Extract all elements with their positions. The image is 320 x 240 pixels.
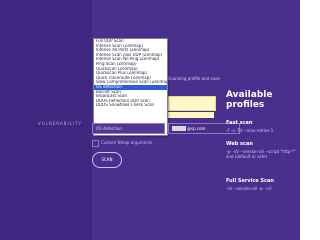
redacted-text: [172, 126, 186, 131]
fast-scan-desc: -F -n -T4 --max-retries 1: [226, 128, 274, 133]
web-scan-desc: -p- -sV --version-all --script "http-*" …: [226, 149, 296, 159]
scan-profile-value: OS detection: [96, 126, 122, 131]
left-panel: VULNERABILITY: [0, 0, 92, 240]
full-service-heading: Full Service Scan: [226, 178, 274, 184]
fast-scan-heading: Fast scan: [226, 120, 253, 126]
highlight-box: [168, 96, 216, 111]
profiles-sidebar: Available profiles Fast scan -F -n -T4 -…: [220, 60, 300, 240]
full-service-desc: -sV --version-all -p- -sU: [226, 186, 272, 191]
scan-button[interactable]: SCAN: [92, 152, 122, 168]
web-scan-heading: Web scan: [226, 141, 253, 147]
scan-profile-dropdown[interactable]: Full UDP Scan Intense Scan (Zenmap) Inte…: [93, 38, 168, 136]
custom-args-checkbox[interactable]: [92, 140, 99, 147]
highlight-row: [168, 112, 214, 118]
custom-args-label: Custom Nmap arguments: [101, 140, 153, 145]
target-value: @sp.com: [187, 126, 206, 131]
sidebar-title-line2: profiles: [226, 100, 265, 110]
dropdown-option[interactable]: DDOS Snowflake Check Scan: [94, 103, 167, 108]
sidebar-title: Available profiles: [226, 90, 272, 110]
hint-text: Scanning profile and save: [168, 76, 220, 81]
left-panel-label: VULNERABILITY: [38, 121, 82, 126]
scan-profile-select[interactable]: OS detection: [92, 123, 165, 134]
sidebar-title-line1: Available: [226, 90, 273, 100]
